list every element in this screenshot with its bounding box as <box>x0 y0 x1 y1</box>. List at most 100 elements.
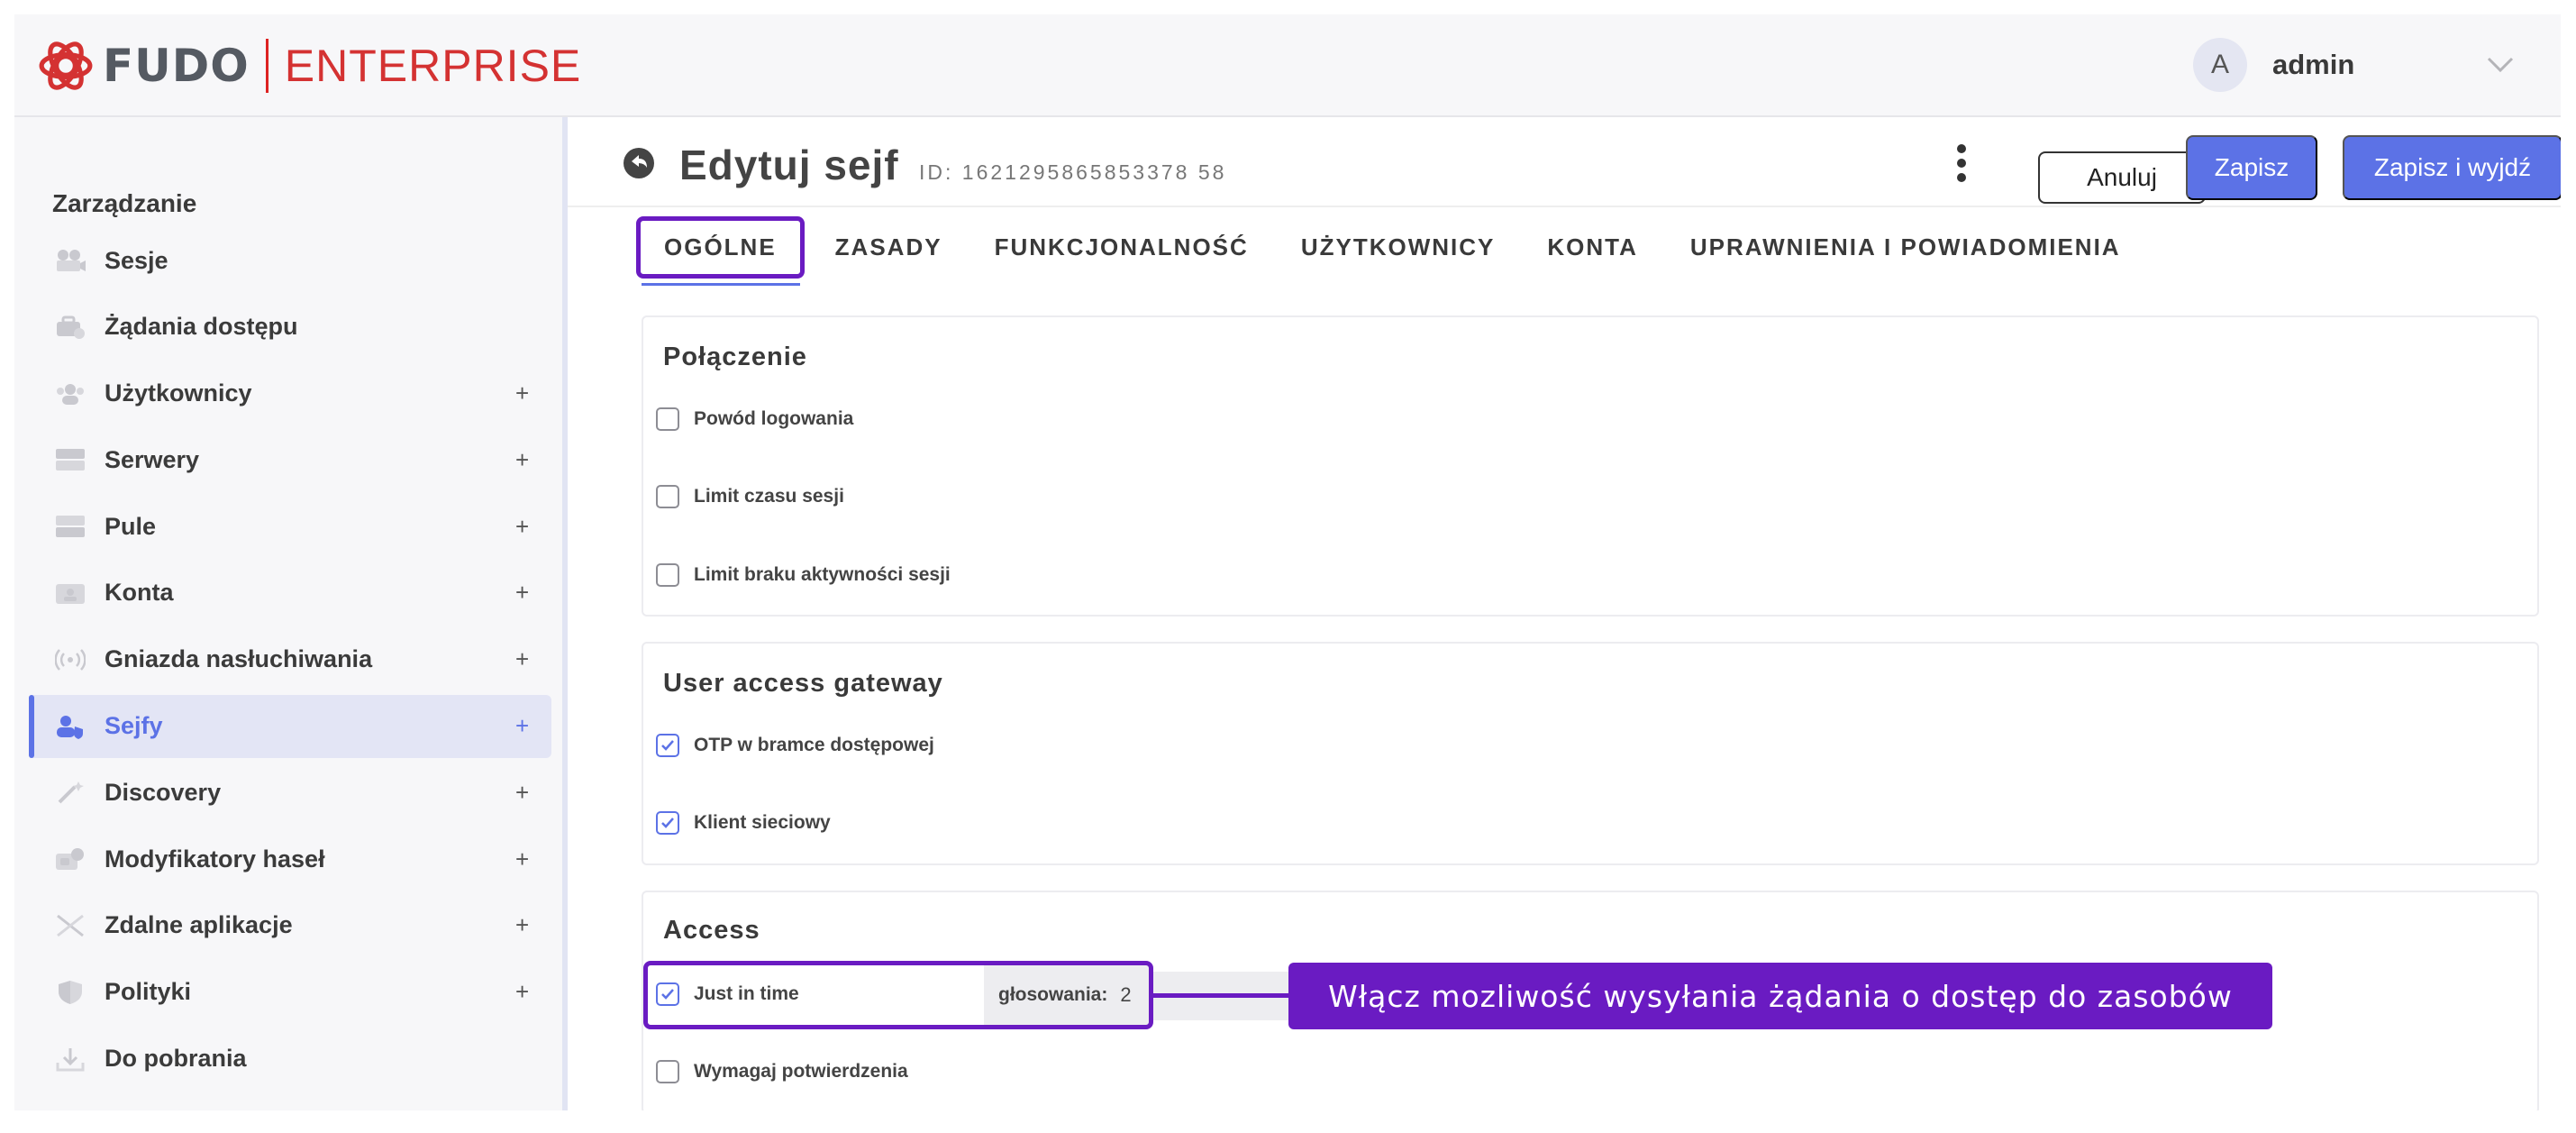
option-label: Limit czasu sesji <box>694 486 844 507</box>
sidebar-item-uzytkownicy[interactable]: Użytkownicy + <box>29 362 551 425</box>
option-label: OTP w bramce dostępowej <box>694 735 934 755</box>
pool-icon <box>54 510 86 543</box>
option-web-client[interactable]: Klient sieciowy <box>656 811 831 835</box>
more-options-icon[interactable] <box>1955 142 1968 184</box>
cancel-button[interactable]: Anuluj <box>2038 151 2206 204</box>
tab-bar: OGÓLNE ZASADY FUNKCJONALNOŚĆ UŻYTKOWNICY… <box>636 215 2173 279</box>
fudo-logo[interactable]: FUDO ENTERPRISE <box>38 34 581 97</box>
save-and-exit-button[interactable]: Zapisz i wyjdź <box>2343 135 2561 200</box>
sidebar-item-zdalne-aplikacje[interactable]: Zdalne aplikacje + <box>29 894 551 957</box>
username[interactable]: admin <box>2272 49 2354 81</box>
wand-icon <box>54 776 86 809</box>
option-label: Klient sieciowy <box>694 812 831 833</box>
title-bar: Edytuj sejf ID: 1621295865853378 58 Anul… <box>568 117 2561 207</box>
sidebar-item-modyfikatory-hasel[interactable]: Modyfikatory haseł + <box>29 827 551 891</box>
tab-ogolne[interactable]: OGÓLNE <box>636 215 805 279</box>
callout-connector <box>1153 993 1290 998</box>
sidebar-item-serwery[interactable]: Serwery + <box>29 428 551 491</box>
checkbox[interactable] <box>656 407 679 431</box>
sidebar-item-label: Discovery <box>105 778 222 806</box>
sidebar-item-discovery[interactable]: Discovery + <box>29 761 551 824</box>
section-connection: Połączenie Powód logowania Limit czasu s… <box>642 315 2539 617</box>
checkbox[interactable] <box>656 563 679 587</box>
expand-plus-icon[interactable]: + <box>515 845 529 873</box>
expand-plus-icon[interactable]: + <box>515 379 529 407</box>
sidebar: Zarządzanie Sesje Żądania dostępu Użytko… <box>14 117 564 1110</box>
option-otp-gateway[interactable]: OTP w bramce dostępowej <box>656 734 934 757</box>
section-title: User access gateway <box>663 669 943 698</box>
logo-divider <box>265 39 269 93</box>
avatar[interactable]: A <box>2193 38 2247 92</box>
option-login-reason[interactable]: Powód logowania <box>656 407 853 431</box>
expand-plus-icon[interactable]: + <box>515 446 529 474</box>
app-frame: FUDO ENTERPRISE A admin Zarządzanie Sesj… <box>14 14 2561 1110</box>
tab-uzytkownicy[interactable]: UŻYTKOWNICY <box>1301 233 1496 261</box>
tab-zasady[interactable]: ZASADY <box>835 233 942 261</box>
active-tab-underline <box>642 283 800 286</box>
checkbox[interactable] <box>656 811 679 835</box>
highlight-box <box>643 961 1153 1029</box>
expand-plus-icon[interactable]: + <box>515 911 529 939</box>
safe-icon <box>54 710 86 743</box>
sidebar-item-do-pobrania[interactable]: Do pobrania <box>29 1028 551 1091</box>
sidebar-item-label: Do pobrania <box>105 1045 247 1073</box>
sidebar-item-polityki[interactable]: Polityki + <box>29 961 551 1024</box>
logo-subtitle: ENTERPRISE <box>284 41 582 91</box>
sidebar-item-label: Użytkownicy <box>105 379 252 407</box>
expand-plus-icon[interactable]: + <box>515 978 529 1006</box>
sidebar-item-label: Pule <box>105 512 157 540</box>
remote-app-icon <box>54 909 86 942</box>
sidebar-item-gniazda-nasluchiwania[interactable]: Gniazda nasłuchiwania + <box>29 628 551 691</box>
page-id: ID: 1621295865853378 58 <box>919 160 1227 184</box>
tab-funkcjonalnosc[interactable]: FUNKCJONALNOŚĆ <box>995 233 1249 261</box>
sidebar-item-label: Sesje <box>105 246 168 274</box>
sidebar-item-sejfy[interactable]: Sejfy + <box>29 694 551 758</box>
expand-plus-icon[interactable]: + <box>515 712 529 740</box>
sidebar-item-label: Konta <box>105 579 174 607</box>
sidebar-item-zadania-dostepu[interactable]: Żądania dostępu <box>29 296 551 359</box>
expand-plus-icon[interactable]: + <box>515 645 529 673</box>
top-bar: FUDO ENTERPRISE A admin <box>14 14 2561 117</box>
main-content: Edytuj sejf ID: 1621295865853378 58 Anul… <box>568 117 2561 1110</box>
expand-plus-icon[interactable]: + <box>515 513 529 541</box>
user-menu[interactable]: A admin <box>2193 38 2354 92</box>
sidebar-item-label: Gniazda nasłuchiwania <box>105 645 373 673</box>
account-icon <box>54 577 86 609</box>
server-icon <box>54 443 86 476</box>
checkbox[interactable] <box>656 734 679 757</box>
checkbox[interactable] <box>656 1060 679 1083</box>
shield-icon <box>54 976 86 1009</box>
section-title: Połączenie <box>663 343 807 371</box>
option-label: Powód logowania <box>694 408 854 429</box>
access-request-icon <box>54 311 86 343</box>
sidebar-item-label: Serwery <box>105 445 200 473</box>
option-session-time-limit[interactable]: Limit czasu sesji <box>656 485 844 508</box>
expand-plus-icon[interactable]: + <box>515 579 529 607</box>
chevron-down-icon[interactable] <box>2485 49 2516 79</box>
option-label: Limit braku aktywności sesji <box>694 564 951 585</box>
sidebar-item-label: Żądania dostępu <box>105 313 298 341</box>
sidebar-item-konta[interactable]: Konta + <box>29 562 551 625</box>
save-button[interactable]: Zapisz <box>2186 135 2317 200</box>
logo-text: FUDO <box>103 40 250 92</box>
tab-konta[interactable]: KONTA <box>1547 233 1638 261</box>
callout-annotation: Włącz mozliwość wysyłania żądania o dost… <box>1288 963 2272 1029</box>
expand-plus-icon[interactable]: + <box>515 779 529 807</box>
option-label: Wymagaj potwierdzenia <box>694 1061 908 1082</box>
sidebar-title: Zarządzanie <box>52 189 197 217</box>
users-icon <box>54 378 86 410</box>
option-require-confirmation[interactable]: Wymagaj potwierdzenia <box>656 1060 908 1083</box>
checkbox[interactable] <box>656 485 679 508</box>
password-modifier-icon <box>54 843 86 875</box>
back-icon[interactable] <box>624 148 654 178</box>
section-gateway: User access gateway OTP w bramce dostępo… <box>642 642 2539 865</box>
page-title: Edytuj sejf <box>679 142 899 188</box>
tab-uprawnienia[interactable]: UPRAWNIENIA I POWIADOMIENIA <box>1690 233 2121 261</box>
option-session-idle-limit[interactable]: Limit braku aktywności sesji <box>656 563 951 587</box>
listener-icon <box>54 644 86 676</box>
sidebar-nav: Sesje Żądania dostępu Użytkownicy + Serw… <box>29 229 551 1093</box>
sidebar-item-sesje[interactable]: Sesje <box>29 229 551 292</box>
sidebar-item-pule[interactable]: Pule + <box>29 495 551 558</box>
fudo-logo-icon <box>39 41 93 90</box>
sidebar-item-label: Zdalne aplikacje <box>105 911 293 939</box>
